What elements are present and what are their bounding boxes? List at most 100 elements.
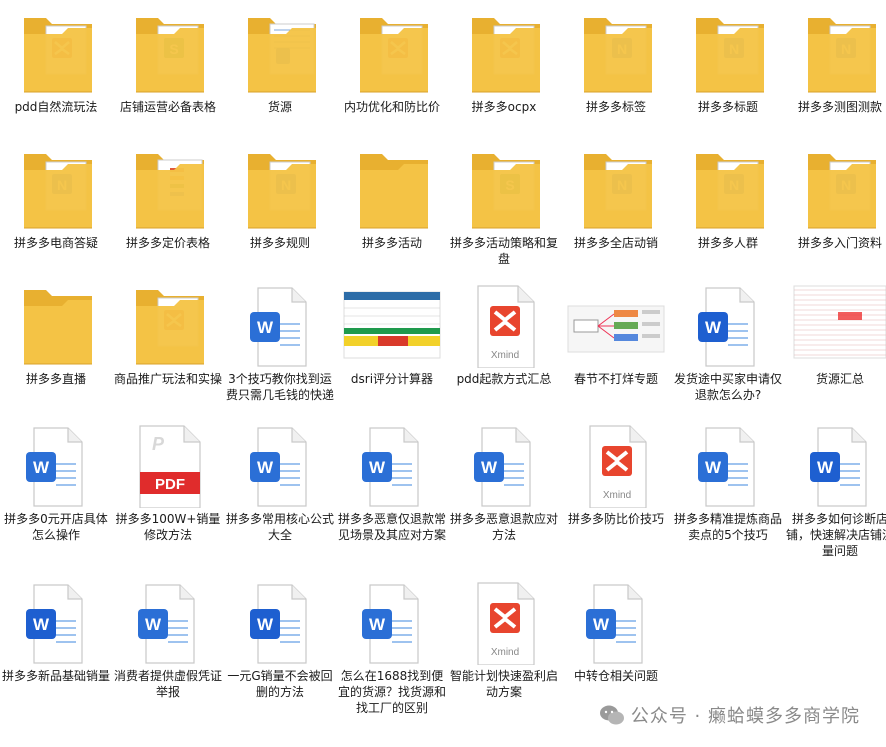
folder-icon	[118, 148, 218, 232]
item-label: 拼多多100W+销量修改方法	[115, 512, 221, 542]
file-item[interactable]: Xmind 拼多多防比价技巧	[560, 418, 672, 566]
xmind-file-icon: Xmind	[566, 424, 666, 508]
word-doc-icon: W	[6, 581, 106, 665]
folder-item[interactable]: N 拼多多电商答疑	[0, 142, 112, 290]
item-label: 拼多多0元开店具体怎么操作	[4, 512, 108, 542]
folder-icon: N	[566, 12, 666, 96]
item-label: 中转仓相关问题	[573, 669, 658, 683]
folder-item[interactable]: N 拼多多全店动销	[560, 142, 672, 290]
folder-item[interactable]: N 拼多多入门资料	[784, 142, 886, 290]
item-label: 3个技巧教你找到运费只需几毛钱的快递	[225, 372, 334, 402]
file-item[interactable]: Xmind 智能计划快速盈利启动方案	[448, 575, 560, 723]
file-item[interactable]: W 3个技巧教你找到运费只需几毛钱的快递	[224, 278, 336, 426]
file-item[interactable]: W 拼多多如何诊断店铺，快速解决店铺流量问题	[784, 418, 886, 566]
svg-text:W: W	[705, 458, 722, 477]
word-doc-icon: W	[342, 424, 442, 508]
file-item[interactable]: W 拼多多0元开店具体怎么操作	[0, 418, 112, 566]
folder-icon	[342, 148, 442, 232]
file-item[interactable]: W 发货途中买家申请仅退款怎么办?	[672, 278, 784, 426]
folder-icon	[230, 12, 330, 96]
item-label: pdd自然流玩法	[14, 100, 98, 114]
folder-item[interactable]: 拼多多定价表格	[112, 142, 224, 290]
word-doc-icon: W	[230, 284, 330, 368]
word-doc-icon: W	[790, 424, 886, 508]
item-label: 发货途中买家申请仅退款怎么办?	[673, 372, 782, 402]
spreadsheet-thumbnail	[342, 284, 442, 368]
folder-icon: N	[230, 148, 330, 232]
item-label: 拼多多常用核心公式大全	[225, 512, 334, 542]
file-item[interactable]: 春节不打烊专题	[560, 278, 672, 426]
folder-item[interactable]: N 拼多多规则	[224, 142, 336, 290]
file-item[interactable]: W 拼多多常用核心公式大全	[224, 418, 336, 566]
item-label: 拼多多恶意仅退款常见场景及其应对方案	[337, 512, 446, 542]
item-label: 拼多多恶意退款应对方法	[449, 512, 558, 542]
folder-item[interactable]: N 拼多多标题	[672, 6, 784, 154]
word-doc-icon: W	[678, 284, 778, 368]
item-label: 店铺运营必备表格	[119, 100, 216, 114]
item-label: 拼多多测图测款	[797, 100, 882, 114]
folder-icon: S	[454, 148, 554, 232]
item-label: 拼多多全店动销	[573, 236, 658, 250]
folder-icon	[342, 12, 442, 96]
wechat-icon	[599, 705, 624, 725]
folder-icon	[118, 284, 218, 368]
folder-item[interactable]: 商品推广玩法和实操	[112, 278, 224, 426]
file-item[interactable]: 货源汇总	[784, 278, 886, 426]
file-item[interactable]: W 中转仓相关问题	[560, 575, 672, 723]
file-item[interactable]: W 拼多多恶意仅退款常见场景及其应对方案	[336, 418, 448, 566]
svg-text:Xmind: Xmind	[603, 490, 631, 501]
file-item[interactable]: W 拼多多新品基础销量	[0, 575, 112, 723]
item-label: 春节不打烊专题	[573, 372, 658, 386]
folder-icon: N	[678, 148, 778, 232]
item-label: 拼多多如何诊断店铺，快速解决店铺流量问题	[785, 512, 886, 558]
folder-item[interactable]: 拼多多活动	[336, 142, 448, 290]
word-doc-icon: W	[678, 424, 778, 508]
file-item[interactable]: W 消费者提供虚假凭证举报	[112, 575, 224, 723]
item-label: 消费者提供虚假凭证举报	[113, 669, 222, 699]
folder-item[interactable]: N 拼多多测图测款	[784, 6, 886, 154]
file-item[interactable]: W 拼多多恶意退款应对方法	[448, 418, 560, 566]
item-label: 商品推广玩法和实操	[113, 372, 222, 386]
folder-item[interactable]: 拼多多ocpx	[448, 6, 560, 154]
svg-text:W: W	[369, 458, 386, 477]
file-item[interactable]: W 拼多多精准提炼商品卖点的5个技巧	[672, 418, 784, 566]
svg-text:PDF: PDF	[155, 476, 185, 493]
folder-item[interactable]: 拼多多直播	[0, 278, 112, 426]
item-label: 拼多多直播	[25, 372, 86, 386]
item-label: 拼多多新品基础销量	[1, 669, 110, 683]
item-label: 怎么在1688找到便宜的货源？找货源和找工厂的区别	[337, 669, 446, 715]
folder-item[interactable]: pdd自然流玩法	[0, 6, 112, 154]
folder-item[interactable]: S 拼多多活动策略和复盘	[448, 142, 560, 290]
folder-item[interactable]: 内功优化和防比价	[336, 6, 448, 154]
item-label: 货源	[267, 100, 292, 114]
svg-text:Xmind: Xmind	[491, 350, 519, 361]
file-item[interactable]: W 怎么在1688找到便宜的货源？找货源和找工厂的区别	[336, 575, 448, 723]
item-label: 拼多多定价表格	[125, 236, 210, 250]
folder-icon: N	[566, 148, 666, 232]
item-label: pdd起款方式汇总	[456, 372, 552, 386]
folder-item[interactable]: S 店铺运营必备表格	[112, 6, 224, 154]
folder-item[interactable]: N 拼多多标签	[560, 6, 672, 154]
item-label: 一元G销量不会被回删的方法	[227, 669, 333, 699]
svg-text:W: W	[145, 615, 162, 634]
word-doc-icon: W	[454, 424, 554, 508]
item-label: 拼多多活动	[361, 236, 422, 250]
svg-text:W: W	[593, 615, 610, 634]
file-item[interactable]: P PDF 拼多多100W+销量修改方法	[112, 418, 224, 566]
svg-text:W: W	[705, 318, 722, 337]
file-item[interactable]: W 一元G销量不会被回删的方法	[224, 575, 336, 723]
file-item[interactable]: dsri评分计算器	[336, 278, 448, 426]
folder-icon: N	[6, 148, 106, 232]
svg-text:Xmind: Xmind	[491, 647, 519, 658]
item-label: 拼多多入门资料	[797, 236, 882, 250]
item-label: 拼多多标签	[585, 100, 646, 114]
word-doc-icon: W	[118, 581, 218, 665]
folder-item[interactable]: N 拼多多人群	[672, 142, 784, 290]
svg-text:W: W	[481, 458, 498, 477]
word-doc-icon: W	[230, 424, 330, 508]
word-doc-icon: W	[342, 581, 442, 665]
file-item[interactable]: Xmind pdd起款方式汇总	[448, 278, 560, 426]
folder-item[interactable]: 货源	[224, 6, 336, 154]
item-label: 智能计划快速盈利启动方案	[449, 669, 558, 699]
folder-icon	[6, 12, 106, 96]
